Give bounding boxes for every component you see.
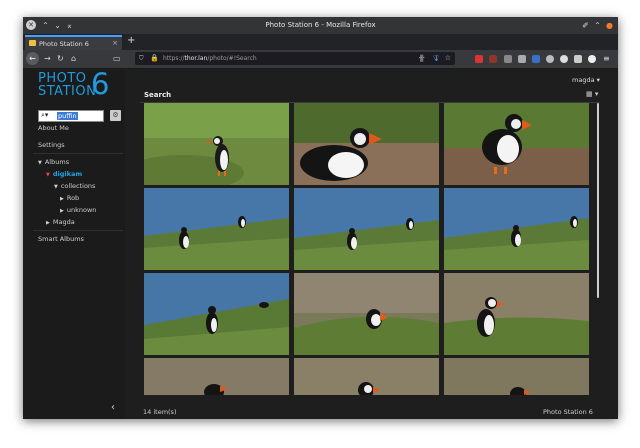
logo-number: 6 — [91, 67, 110, 101]
caret-down-icon: ▼ — [46, 172, 50, 178]
search-input[interactable]: ⌕▾ puffin — [38, 110, 104, 122]
favicon-icon — [29, 40, 36, 46]
tree-item-unknown[interactable]: ▶ unknown — [60, 206, 96, 214]
sidebar-link-about-me[interactable]: About Me — [38, 124, 69, 132]
back-icon[interactable]: ← — [26, 52, 39, 65]
window-title: Photo Station 6 - Mozilla Firefox — [265, 21, 376, 29]
photo-thumbnail[interactable] — [294, 188, 439, 270]
tab-close-icon[interactable]: × — [112, 39, 118, 47]
photo-thumbnail[interactable] — [144, 358, 289, 395]
reader-view-icon[interactable]: ▭ — [113, 53, 121, 65]
extension-icon[interactable] — [546, 55, 554, 63]
reload-icon[interactable]: ↻ — [57, 53, 64, 65]
extension-icon[interactable] — [588, 55, 596, 63]
extension-icon[interactable] — [518, 55, 526, 63]
url-text[interactable]: https://thor.lan/photo/#!Search — [163, 52, 257, 65]
home-icon[interactable]: ⌂ — [71, 53, 76, 65]
extension-icon[interactable] — [489, 55, 497, 63]
firefox-icon: ● — [606, 21, 613, 30]
photo-thumbnail[interactable] — [144, 273, 289, 355]
tree-item-rob[interactable]: ▶ Rob — [60, 194, 79, 202]
sidebar-link-smart-albums[interactable]: Smart Albums — [38, 235, 84, 243]
tree-item-collections[interactable]: ▼ collections — [54, 182, 95, 190]
tracking-shield-icon[interactable]: ⛉ — [139, 52, 144, 65]
photo-thumbnail[interactable] — [294, 273, 439, 355]
url-bar[interactable]: ⛉ 🔒 https://thor.lan/photo/#!Search ··· … — [135, 52, 455, 65]
photo-thumbnail[interactable] — [144, 103, 289, 185]
page-title: Search — [144, 91, 172, 99]
caret-down-icon: ▼ — [54, 184, 58, 190]
bookmark-star-icon[interactable]: ☆ — [445, 52, 451, 65]
lock-icon[interactable]: 🔒 — [150, 52, 159, 65]
menu-icon[interactable]: ≡ — [603, 53, 610, 65]
caret-down-icon: ▼ — [38, 160, 42, 166]
photo-thumbnail[interactable] — [444, 103, 589, 185]
view-mode-icon[interactable]: ▦ ▾ — [586, 90, 598, 98]
library-icon[interactable]: ⫼ — [420, 53, 424, 65]
photo-thumbnail[interactable] — [444, 188, 589, 270]
collapse-sidebar-icon[interactable]: ‹ — [111, 402, 115, 413]
tree-item-albums[interactable]: ▼ Albums — [38, 158, 69, 166]
caret-right-icon: ▶ — [60, 196, 64, 202]
tab-label: Photo Station 6 — [39, 40, 89, 48]
search-value[interactable]: puffin — [57, 112, 78, 120]
footer-brand: Photo Station 6 — [543, 408, 593, 416]
caret-right-icon: ▶ — [60, 208, 64, 214]
sidebar-divider — [33, 230, 123, 231]
extension-icon[interactable] — [504, 55, 512, 63]
search-options-button[interactable]: ⚙ — [110, 110, 121, 121]
extension-icon[interactable] — [560, 55, 568, 63]
extension-icon[interactable] — [475, 55, 483, 63]
title-bar: ✕ ⌃ ⌄ ⌅ Photo Station 6 - Mozilla Firefo… — [23, 17, 618, 34]
forward-icon[interactable]: → — [44, 53, 51, 65]
extension-icon[interactable] — [574, 55, 582, 63]
downloads-icon[interactable]: ↓ — [433, 53, 440, 65]
sidebar-divider — [33, 153, 123, 154]
item-count: 14 item(s) — [143, 408, 177, 416]
photo-thumbnail[interactable] — [144, 188, 289, 270]
photo-thumbnail[interactable] — [294, 358, 439, 395]
photo-thumbnail[interactable] — [294, 103, 439, 185]
user-menu[interactable]: magda ▾ — [572, 76, 620, 84]
caret-right-icon: ▶ — [46, 220, 50, 226]
extension-icon[interactable] — [532, 55, 540, 63]
photo-thumbnail[interactable] — [444, 358, 589, 395]
sidebar — [23, 70, 125, 419]
tree-item-magda[interactable]: ▶ Magda — [46, 218, 75, 226]
photo-thumbnail[interactable] — [444, 273, 589, 355]
new-tab-button[interactable]: + — [127, 35, 135, 46]
scrollbar[interactable] — [597, 103, 599, 298]
tab-bar: Photo Station 6 × + — [23, 34, 618, 50]
tab-photo-station[interactable]: Photo Station 6 × — [25, 35, 122, 50]
navigation-bar: ← → ↻ ⌂ ▭ ⛉ 🔒 https://thor.lan/photo/#!S… — [23, 50, 618, 69]
search-icon: ⌕▾ — [41, 111, 49, 119]
tree-item-digikam[interactable]: ▼ digikam — [46, 170, 82, 178]
sidebar-link-settings[interactable]: Settings — [38, 141, 65, 149]
logo-text: PHOTO STATION — [38, 71, 97, 99]
